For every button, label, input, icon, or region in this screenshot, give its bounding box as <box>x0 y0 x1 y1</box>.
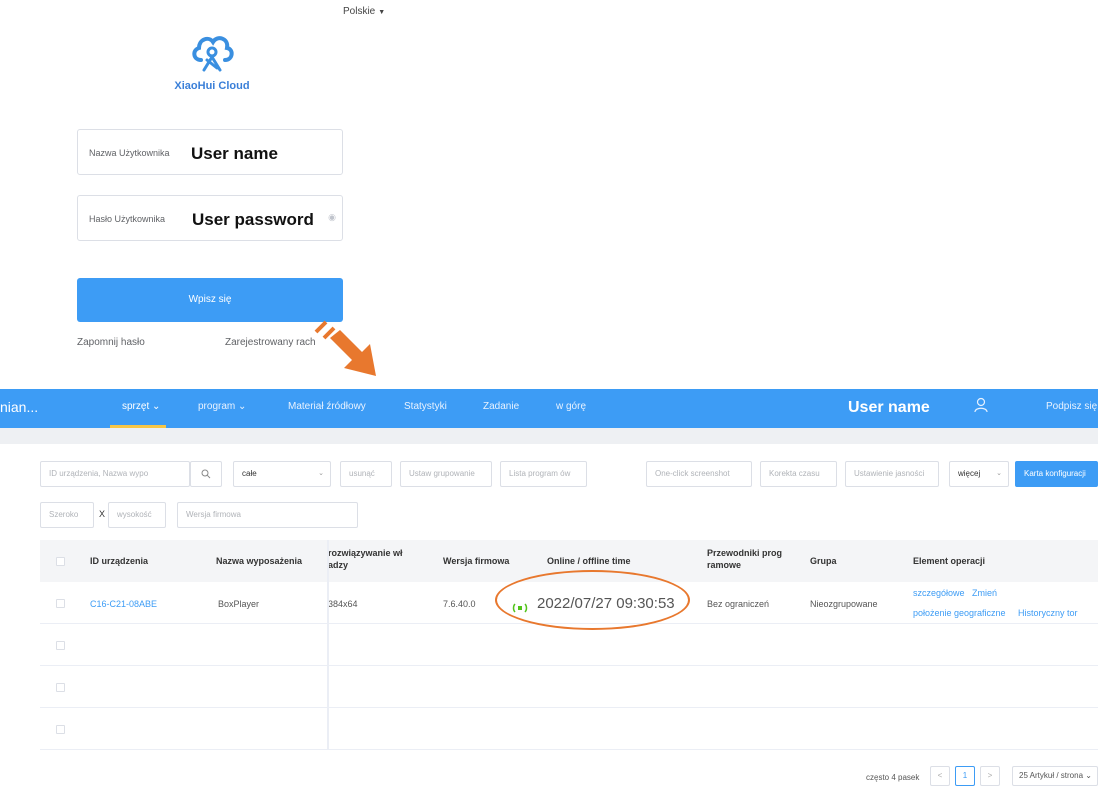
location-link[interactable]: położenie geograficzne <box>913 608 1006 618</box>
col-frame-guides: Przewodniki prog ramowe <box>707 548 783 570</box>
row-checkbox[interactable] <box>56 683 65 692</box>
eye-icon[interactable]: ◉ <box>328 212 336 223</box>
group-cell: Nieozgrupowane <box>810 599 878 609</box>
chevron-down-icon: ⌄ <box>996 470 1002 477</box>
password-field[interactable]: Hasło Użytkownika User password ◉ <box>77 195 343 241</box>
chevron-down-icon: ⌄ <box>318 470 324 477</box>
firmware-cell: 7.6.40.0 <box>443 599 476 609</box>
top-navbar: nian... sprzęt ⌄ program ⌄ Materiał źród… <box>0 389 1098 428</box>
dimension-separator: X <box>99 509 106 519</box>
signout-link[interactable]: Podpisz się <box>1046 401 1097 412</box>
col-device-id: ID urządzenia <box>90 556 149 566</box>
prev-page-button[interactable]: < <box>930 766 950 786</box>
width-input[interactable]: Szeroko <box>40 502 94 528</box>
table-row <box>40 666 1098 708</box>
col-resolution: rozwiązywanie wł adzy <box>328 548 403 570</box>
table-row <box>40 624 1098 666</box>
col-group: Grupa <box>810 556 837 566</box>
password-label: Hasło Użytkownika <box>89 214 166 224</box>
col-device-name: Nazwa wyposażenia <box>216 556 303 566</box>
page-1-button[interactable]: 1 <box>955 766 975 786</box>
login-button[interactable]: Wpisz się <box>77 278 343 322</box>
row-checkbox[interactable] <box>56 725 65 734</box>
firmware-input[interactable]: Wersja firmowa <box>177 502 358 528</box>
select-all-checkbox[interactable] <box>56 557 65 566</box>
change-link[interactable]: Zmień <box>972 588 997 598</box>
forgot-password-link[interactable]: Zapomnij hasło <box>77 337 145 348</box>
resolution-cell: 384x64 <box>328 599 358 609</box>
column-divider <box>327 540 329 750</box>
content-header-band <box>0 428 1098 444</box>
annotation-arrow-icon <box>314 320 376 376</box>
time-correction-button[interactable]: Korekta czasu <box>760 461 837 487</box>
history-link[interactable]: Historyczny tor <box>1018 608 1078 618</box>
nav-item-statistics[interactable]: Statystyki <box>404 401 447 412</box>
brightness-button[interactable]: Ustawienie jasności <box>845 461 939 487</box>
password-value: User password <box>192 210 314 229</box>
col-online-time: Online / offline time <box>547 556 631 566</box>
row-checkbox[interactable] <box>56 599 65 608</box>
height-input[interactable]: wysokość <box>108 502 166 528</box>
nav-username: User name <box>848 399 930 416</box>
username-field[interactable]: Nazwa Użytkownika User name <box>77 129 343 175</box>
search-input[interactable]: ID urządzenia, Nazwa wypo <box>40 461 190 487</box>
logo-text: XiaoHui Cloud <box>174 80 250 92</box>
details-link[interactable]: szczegółowe <box>913 588 965 598</box>
username-value: User name <box>191 144 278 163</box>
col-operation: Element operacji <box>913 556 986 566</box>
language-selector[interactable]: Polskie ▼ <box>343 6 385 17</box>
caret-down-icon: ▼ <box>378 9 386 16</box>
pagination-total: często 4 pasek <box>866 773 920 782</box>
logo: XiaoHui Cloud <box>170 30 254 92</box>
user-icon[interactable] <box>974 397 988 413</box>
username-label: Nazwa Użytkownika <box>89 148 170 158</box>
search-button[interactable] <box>190 461 222 487</box>
more-dropdown[interactable]: więcej ⌄ <box>949 461 1009 487</box>
table-row <box>40 708 1098 750</box>
frame-guides-cell: Bez ograniczeń <box>707 599 770 609</box>
nav-item-task[interactable]: Zadanie <box>483 401 519 412</box>
program-list-button[interactable]: Lista program ów <box>500 461 587 487</box>
nav-item-device[interactable]: sprzęt ⌄ <box>122 401 160 412</box>
row-checkbox[interactable] <box>56 641 65 650</box>
device-id-link[interactable]: C16-C21-08ABE <box>90 599 157 609</box>
delete-button[interactable]: usunąć <box>340 461 392 487</box>
cloud-logo-icon <box>192 36 234 72</box>
device-name-cell: BoxPlayer <box>218 599 260 609</box>
nav-brand[interactable]: nian... <box>0 399 38 415</box>
nav-item-program[interactable]: program ⌄ <box>198 401 246 412</box>
config-card-button[interactable]: Karta konfiguracji <box>1015 461 1098 487</box>
next-page-button[interactable]: > <box>980 766 1000 786</box>
annotation-ellipse <box>495 570 690 630</box>
nav-item-upgrade[interactable]: w górę <box>556 401 586 412</box>
col-firmware: Wersja firmowa <box>443 556 510 566</box>
search-icon <box>201 469 211 479</box>
set-group-button[interactable]: Ustaw grupowanie <box>400 461 492 487</box>
nav-item-source-material[interactable]: Materiał źródłowy <box>288 401 366 412</box>
group-select[interactable]: całe ⌄ <box>233 461 331 487</box>
page-size-select[interactable]: 25 Artykuł / strona ⌄ <box>1012 766 1098 786</box>
screenshot-button[interactable]: One-click screenshot <box>646 461 752 487</box>
